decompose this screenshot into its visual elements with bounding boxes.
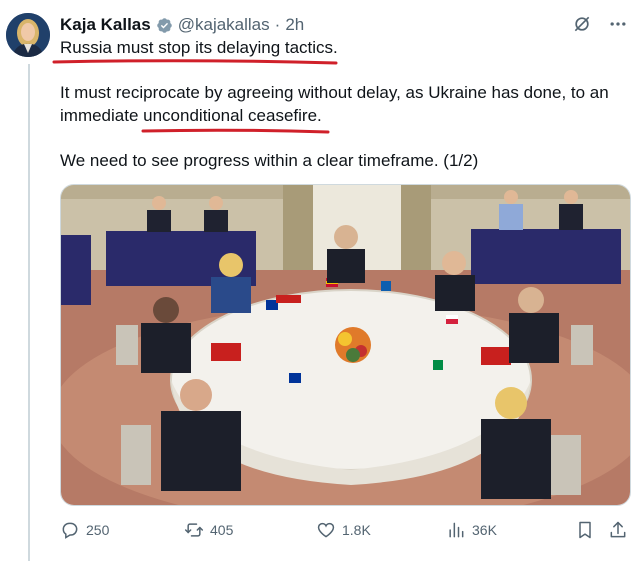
- separator-dot: ·: [274, 15, 281, 34]
- tweet-paragraph-1: Russia must stop its delaying tactics.: [60, 38, 338, 57]
- highlighted-phrase: unconditional ceasefire: [143, 106, 318, 125]
- bookmark-icon: [579, 521, 591, 539]
- red-underline-2: [141, 128, 330, 134]
- tweet-header: Kaja Kallas @kajakallas · 2h: [60, 14, 304, 36]
- top-actions: [572, 14, 628, 34]
- reply-icon: [62, 522, 78, 539]
- author-handle[interactable]: @kajakallas: [178, 15, 270, 35]
- share-icon: [610, 521, 626, 538]
- avatar[interactable]: [6, 13, 50, 57]
- tweet[interactable]: Kaja Kallas @kajakallas · 2h Russia must…: [0, 0, 642, 561]
- views-button[interactable]: 36K: [446, 518, 497, 542]
- reply-button[interactable]: 250: [60, 518, 109, 542]
- more-icon[interactable]: [608, 14, 628, 34]
- tweet-photo[interactable]: [60, 184, 631, 506]
- like-icon: [317, 522, 335, 538]
- grok-icon[interactable]: [572, 14, 592, 34]
- repost-button[interactable]: 405: [184, 518, 233, 542]
- repost-icon: [184, 523, 204, 537]
- bookmark-button[interactable]: [575, 518, 595, 542]
- author-name[interactable]: Kaja Kallas: [60, 15, 151, 35]
- repost-count: 405: [210, 522, 234, 538]
- reply-count: 250: [86, 522, 110, 538]
- views-count: 36K: [472, 522, 497, 538]
- tweet-paragraph-3: We need to see progress within a clear t…: [60, 151, 479, 170]
- action-bar: 250 405 1.8K 36K: [60, 518, 630, 542]
- views-icon: [449, 522, 464, 538]
- like-button[interactable]: 1.8K: [316, 518, 371, 542]
- red-underline-1: [52, 59, 338, 65]
- like-count: 1.8K: [342, 522, 371, 538]
- tweet-paragraph-2: It must reciprocate by agreeing without …: [60, 83, 609, 125]
- thread-line: [28, 64, 30, 561]
- verified-icon: [156, 17, 172, 33]
- timestamp[interactable]: 2h: [285, 15, 304, 35]
- share-button[interactable]: [608, 518, 628, 542]
